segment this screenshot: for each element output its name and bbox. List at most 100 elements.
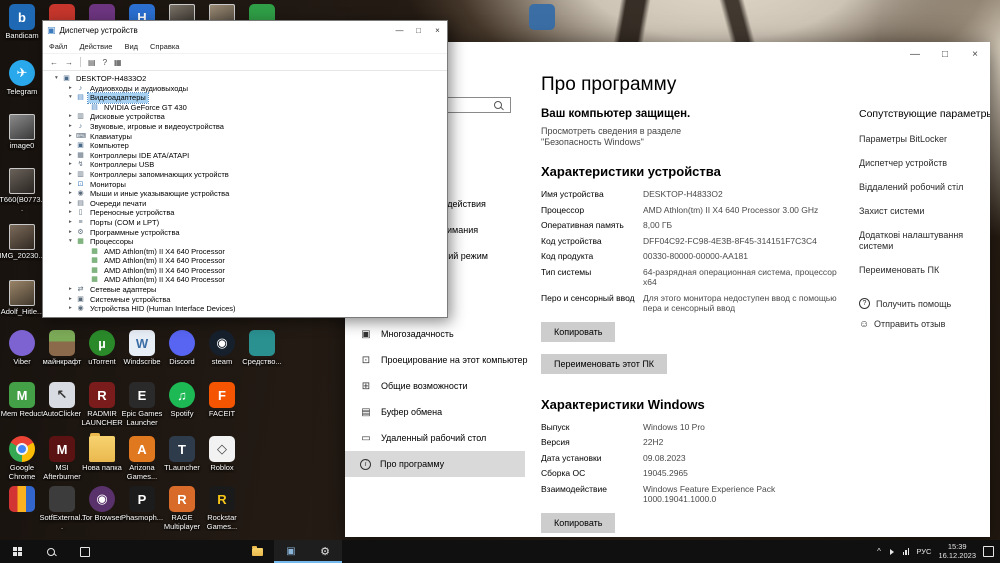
tree-item[interactable]: ▸ ▣ Системные устройства — [55, 295, 447, 305]
tree-item[interactable]: ▸ ♪ Аудиовходы и аудиовыходы — [55, 84, 447, 94]
menu-item[interactable]: Вид — [124, 42, 138, 51]
desktop-icon[interactable]: P Phasmoph... — [121, 486, 163, 523]
desktop-icon[interactable]: Средство... — [242, 330, 282, 367]
related-link[interactable]: Параметры BitLocker — [859, 134, 990, 145]
tree-expander-icon[interactable]: ▸ — [69, 218, 76, 228]
related-link[interactable]: Диспетчер устройств — [859, 158, 990, 169]
desktop-icon[interactable]: R Rockstar Games... — [202, 486, 242, 531]
copy-windows-specs-button[interactable]: Копировать — [541, 512, 616, 533]
desktop-icon[interactable]: ◉ Tor Browser — [82, 486, 122, 523]
tree-item[interactable]: ▸ ◉ Устройства HID (Human Interface Device… — [55, 304, 447, 314]
tree-expander-icon[interactable]: ▸ — [69, 84, 76, 94]
tree-expander-icon[interactable]: ▸ — [69, 199, 76, 209]
tree-item[interactable]: ▸ ▥ Контроллеры запоминающих устройств — [55, 170, 447, 180]
sidebar-item[interactable]: ▣ Многозадачность — [345, 321, 525, 347]
tree-expander-icon[interactable]: ▸ — [69, 208, 76, 218]
toolbar-icon[interactable]: ? — [103, 58, 107, 67]
rename-pc-button[interactable]: Переименовать этот ПК — [541, 353, 668, 374]
device-manager-button[interactable]: ▣ — [274, 540, 308, 563]
tree-item[interactable]: ▦ AMD Athlon(tm) II X4 640 Processor — [55, 256, 447, 266]
tree-expander-icon[interactable]: ▸ — [69, 112, 76, 122]
sidebar-item[interactable]: ⊞ Общие возможности — [345, 373, 525, 399]
sidebar-item[interactable]: ⊡ Проецирование на этот компьютер — [345, 347, 528, 373]
toolbar-icon[interactable]: → — [65, 58, 73, 67]
desktop-icon[interactable]: E Epic Games Launcher — [122, 382, 162, 427]
desktop-icon[interactable]: Viber — [2, 330, 42, 367]
tree-expander-icon[interactable]: ▸ — [69, 228, 76, 238]
search-button[interactable] — [34, 540, 68, 563]
desktop-icon[interactable]: майнкрафт — [42, 330, 82, 367]
file-explorer-button[interactable] — [240, 540, 274, 563]
desktop-icon[interactable]: ♫ Spotify — [162, 382, 202, 419]
desktop-icon[interactable]: ✈ Telegram — [2, 60, 42, 97]
desktop-icon[interactable]: T660(B0773... — [0, 168, 45, 213]
tree-item[interactable]: ▸ ⊡ Мониторы — [55, 180, 447, 190]
tree-expander-icon[interactable]: ▸ — [69, 285, 76, 295]
tree-expander-icon[interactable]: ▾ — [69, 93, 76, 103]
desktop-icon[interactable]: W Windscribe — [122, 330, 162, 367]
desktop-icon[interactable]: R RADMIR LAUNCHER — [81, 382, 123, 427]
task-view-button[interactable] — [68, 540, 102, 563]
close-button[interactable]: × — [428, 21, 447, 39]
tree-expander-icon[interactable]: ▸ — [69, 304, 76, 314]
start-button[interactable] — [0, 540, 34, 563]
tree-expander-icon[interactable]: ▸ — [69, 132, 76, 142]
tree-item[interactable]: ▸ ⚙ Программные устройства — [55, 228, 447, 238]
maximize-button[interactable]: □ — [409, 21, 428, 39]
tree-expander-icon[interactable]: ▸ — [69, 122, 76, 132]
copy-device-specs-button[interactable]: Копировать — [541, 321, 616, 342]
device-manager-titlebar[interactable]: ▣ Диспетчер устройств — □ × — [43, 21, 447, 39]
toolbar-icon[interactable]: ← — [50, 58, 58, 67]
network-icon[interactable] — [902, 548, 910, 555]
desktop-icon[interactable]: ◇ Roblox — [202, 436, 242, 473]
language-indicator[interactable]: РУС — [916, 547, 931, 556]
settings-button[interactable]: ⚙ — [308, 540, 342, 563]
desktop-icon[interactable]: Adolf_Hitle... — [1, 280, 43, 317]
toolbar-icon[interactable]: ▦ — [114, 58, 122, 67]
desktop-icon[interactable]: IMG_20230... — [0, 224, 45, 261]
desktop-icon[interactable]: M Mem Reduct — [1, 382, 43, 419]
tree-item[interactable]: ▦ AMD Athlon(tm) II X4 640 Processor — [55, 275, 447, 285]
tree-item[interactable]: ▸ ▣ Компьютер — [55, 141, 447, 151]
tree-item[interactable]: ▸ ▤ Очереди печати — [55, 199, 447, 209]
menu-item[interactable]: Справка — [150, 42, 179, 51]
tree-expander-icon[interactable]: ▾ — [55, 74, 62, 84]
desktop-icon[interactable]: image0 — [2, 114, 42, 151]
tree-item[interactable]: ▾ ▦ Процессоры — [55, 237, 447, 247]
tree-item[interactable]: ▸ ⇄ Сетевые адаптеры — [55, 285, 447, 295]
desktop-icon[interactable]: R RAGE Multiplayer — [162, 486, 202, 531]
minimize-button[interactable]: — — [390, 21, 409, 39]
desktop-icon[interactable]: M MSI Afterburner — [42, 436, 82, 481]
tree-item[interactable]: ▾ ▣ DESKTOP-H4833O2 — [55, 74, 447, 84]
desktop-icon[interactable] — [2, 486, 42, 514]
volume-icon[interactable] — [889, 548, 897, 555]
help-link[interactable]: ? Получить помощь — [859, 298, 990, 309]
related-link[interactable]: Переименовать ПК — [859, 265, 990, 276]
maximize-button[interactable]: □ — [930, 42, 960, 66]
desktop-icon[interactable] — [522, 4, 562, 32]
hidden-icons-chevron[interactable]: ^ — [877, 547, 881, 556]
tree-expander-icon[interactable]: ▸ — [69, 189, 76, 199]
close-button[interactable]: × — [960, 42, 990, 66]
notification-center-icon[interactable] — [983, 546, 994, 557]
tree-expander-icon[interactable]: ▸ — [69, 295, 76, 305]
desktop-icon[interactable]: T TLauncher — [162, 436, 202, 473]
minimize-button[interactable]: — — [900, 42, 930, 66]
sidebar-item[interactable]: i Про программу — [345, 451, 525, 477]
toolbar-icon[interactable]: ▤ — [88, 58, 96, 67]
tree-item[interactable]: ▸ ⌨ Клавиатуры — [55, 132, 447, 142]
desktop-icon[interactable]: ↖ AutoClicker — [42, 382, 82, 419]
related-link[interactable]: Захист системи — [859, 206, 990, 217]
desktop-icon[interactable]: A Arizona Games... — [122, 436, 162, 481]
tree-item[interactable]: ▦ AMD Athlon(tm) II X4 640 Processor — [55, 266, 447, 276]
desktop-icon[interactable]: µ uTorrent — [82, 330, 122, 367]
tree-item[interactable]: ▸ ◉ Мыши и иные указывающие устройства — [55, 189, 447, 199]
tree-expander-icon[interactable]: ▾ — [69, 237, 76, 247]
desktop-icon[interactable]: Нова папка — [82, 433, 122, 473]
sidebar-item[interactable]: ▭ Удаленный рабочий стол — [345, 425, 525, 451]
tree-item[interactable]: ▸ ▯ Переносные устройства — [55, 208, 447, 218]
tree-expander-icon[interactable]: ▸ — [69, 151, 76, 161]
desktop-icon[interactable]: ◉ steam — [202, 330, 242, 367]
tree-item[interactable]: ▦ AMD Athlon(tm) II X4 640 Processor — [55, 247, 447, 257]
tree-item[interactable]: ▸ ♪ Звуковые, игровые и видеоустройства — [55, 122, 447, 132]
